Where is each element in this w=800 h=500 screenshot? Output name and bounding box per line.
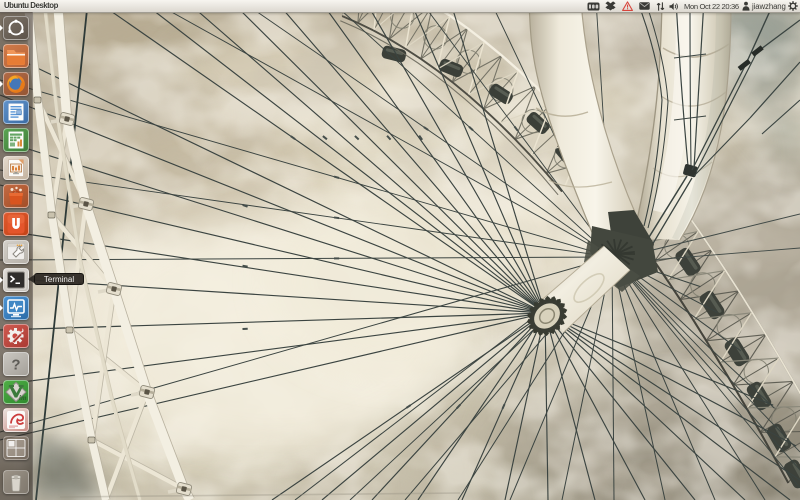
svg-text:?: ? (11, 357, 20, 374)
svg-text:im: im (19, 394, 27, 402)
